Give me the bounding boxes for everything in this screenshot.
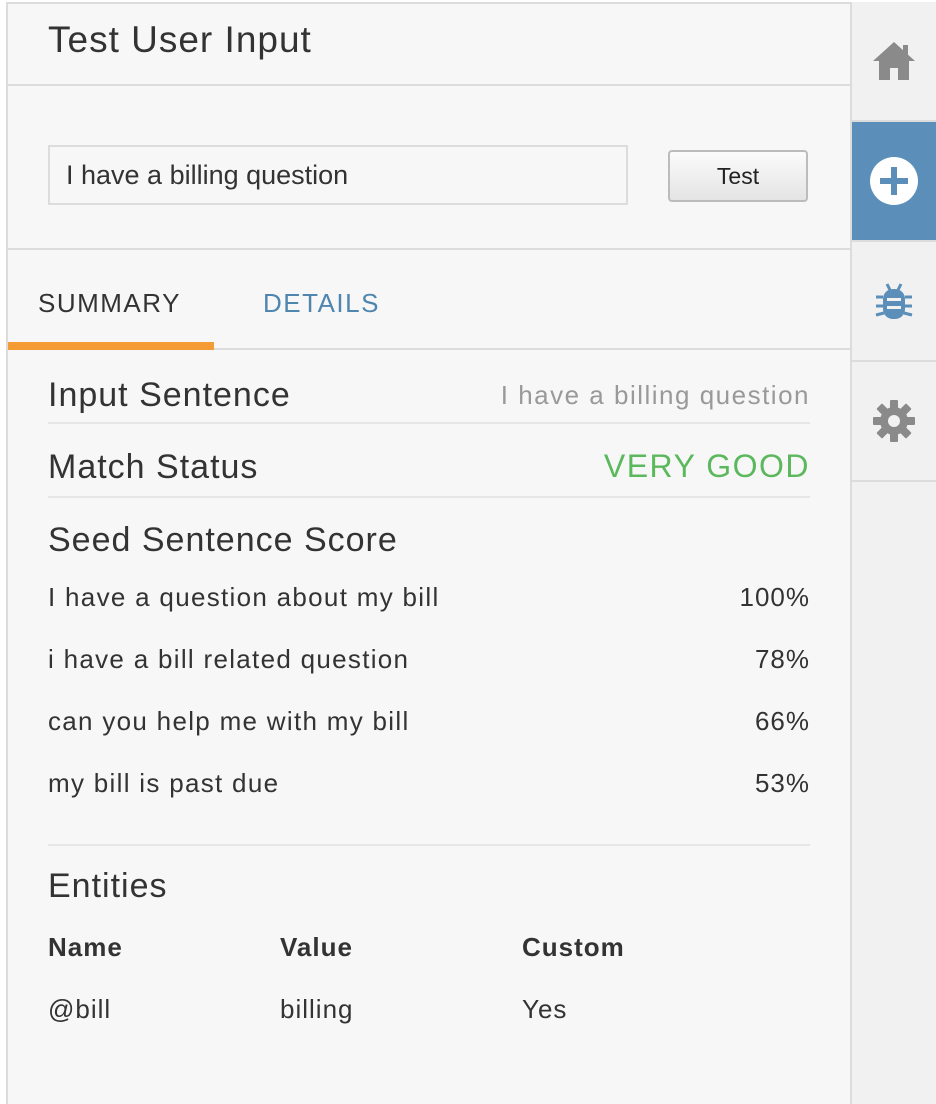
entity-name: @bill [48, 994, 112, 1024]
seed-score: 53% [754, 768, 810, 798]
bug-icon [873, 280, 915, 322]
entities-table: Name Value Custom @bill billing Yes [48, 926, 810, 1050]
seed-score: 78% [754, 644, 810, 674]
seed-sentence: I have a question about my bill [48, 582, 440, 612]
seed-sentence: can you help me with my bill [48, 706, 410, 736]
test-user-input-panel: Test User Input Test SUMMARY DETAILS Inp… [6, 2, 850, 1104]
entity-value: billing [280, 994, 354, 1024]
tab-summary[interactable]: SUMMARY [38, 288, 181, 319]
test-button[interactable]: Test [668, 150, 808, 202]
input-sentence-label: Input Sentence [48, 376, 291, 414]
seed-score-row: I have a question about my bill 100% [48, 572, 810, 634]
seed-score-row: i have a bill related question 78% [48, 634, 810, 696]
tab-details[interactable]: DETAILS [263, 288, 380, 319]
result-tabs: SUMMARY DETAILS [8, 250, 850, 350]
seed-sentence: i have a bill related question [48, 644, 410, 674]
add-icon [869, 156, 919, 206]
entity-custom: Yes [522, 994, 568, 1024]
sidebar-item-debug[interactable] [852, 242, 936, 362]
entities-header-row: Name Value Custom [48, 926, 810, 988]
seed-score-row: my bill is past due 53% [48, 758, 810, 820]
entities-header-value: Value [280, 932, 353, 962]
sidebar-item-home[interactable] [852, 2, 936, 122]
entities-header-custom: Custom [522, 932, 625, 962]
entities-header-name: Name [48, 932, 123, 962]
gear-icon [872, 399, 916, 443]
right-sidebar [850, 2, 936, 1104]
seed-score: 66% [754, 706, 810, 736]
match-status-value: VERY GOOD [603, 448, 810, 484]
entities-title: Entities [48, 867, 168, 905]
panel-header: Test User Input [8, 4, 850, 86]
entity-row: @bill billing Yes [48, 988, 810, 1050]
seed-score: 100% [739, 582, 810, 612]
match-status-label: Match Status [48, 448, 259, 486]
seed-score-list: I have a question about my bill 100% i h… [48, 572, 810, 846]
test-input-row: Test [8, 86, 850, 250]
summary-content: Input Sentence I have a billing question… [8, 350, 850, 1050]
seed-sentence: my bill is past due [48, 768, 280, 798]
seed-score-row: can you help me with my bill 66% [48, 696, 810, 758]
input-sentence-value: I have a billing question [500, 380, 810, 410]
panel-title: Test User Input [48, 19, 312, 60]
test-input-field[interactable] [48, 145, 628, 205]
input-sentence-row: Input Sentence I have a billing question [48, 350, 810, 424]
seed-sentence-score-title: Seed Sentence Score [48, 521, 398, 559]
sidebar-item-settings[interactable] [852, 362, 936, 482]
home-icon [871, 40, 917, 82]
sidebar-item-add[interactable] [852, 122, 936, 242]
match-status-row: Match Status VERY GOOD [48, 424, 810, 498]
active-tab-indicator [8, 342, 214, 350]
